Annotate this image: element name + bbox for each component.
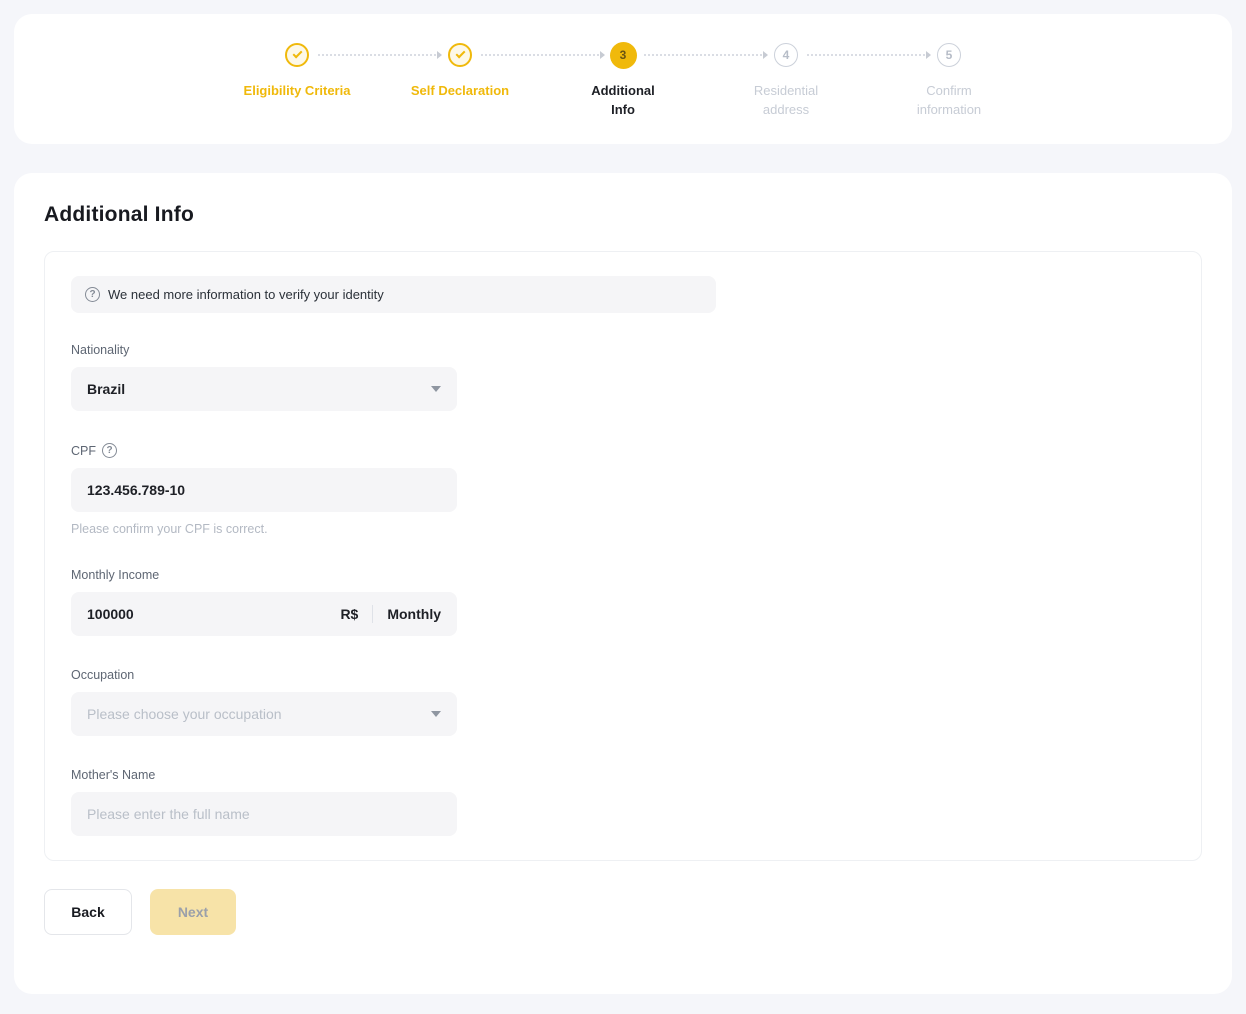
cpf-hint: Please confirm your CPF is correct.	[71, 522, 457, 536]
field-monthly-income: Monthly Income R$ Monthly	[71, 568, 457, 636]
step-residential-address: 4 Residential address	[705, 41, 868, 120]
step-confirm-information: 5 Confirm information	[868, 41, 1031, 120]
monthly-income-control: R$ Monthly	[71, 592, 457, 636]
monthly-income-label: Monthly Income	[71, 568, 457, 582]
back-button[interactable]: Back	[44, 889, 132, 935]
period-label: Monthly	[387, 606, 441, 622]
check-icon	[292, 49, 302, 59]
additional-info-card: Additional Info ? We need more informati…	[14, 173, 1232, 994]
nationality-select[interactable]: Brazil	[71, 367, 457, 411]
next-button[interactable]: Next	[150, 889, 236, 935]
step-connector	[644, 54, 766, 56]
step-row: Eligibility Criteria Self Declaration 3 …	[216, 41, 1031, 120]
field-occupation: Occupation Please choose your occupation	[71, 668, 457, 736]
stepper-card: Eligibility Criteria Self Declaration 3 …	[14, 14, 1232, 144]
info-banner: ? We need more information to verify you…	[71, 276, 716, 313]
step-connector	[481, 54, 603, 56]
step-label: Confirm information	[903, 82, 995, 120]
step-circle-upcoming: 5	[937, 43, 961, 67]
currency-label: R$	[340, 606, 358, 622]
field-mothers-name: Mother's Name	[71, 768, 457, 836]
step-circle-done	[448, 43, 472, 67]
check-icon	[455, 49, 465, 59]
step-additional-info: 3 Additional Info	[542, 41, 705, 120]
nationality-label: Nationality	[71, 343, 457, 357]
step-circle-upcoming: 4	[774, 43, 798, 67]
chevron-down-icon	[431, 386, 441, 392]
cpf-label: CPF ?	[71, 443, 457, 458]
occupation-label: Occupation	[71, 668, 457, 682]
step-eligibility-criteria: Eligibility Criteria	[216, 41, 379, 120]
nationality-value: Brazil	[87, 381, 431, 397]
stepper: Eligibility Criteria Self Declaration 3 …	[216, 41, 1031, 120]
mothers-name-input[interactable]	[71, 792, 457, 836]
step-label: Eligibility Criteria	[244, 82, 351, 101]
cpf-input[interactable]	[71, 468, 457, 512]
cpf-label-text: CPF	[71, 444, 96, 458]
step-circle-active: 3	[610, 42, 637, 69]
occupation-placeholder: Please choose your occupation	[87, 706, 431, 722]
chevron-down-icon	[431, 711, 441, 717]
info-banner-text: We need more information to verify your …	[108, 287, 384, 302]
field-nationality: Nationality Brazil	[71, 343, 457, 411]
step-label: Self Declaration	[411, 82, 509, 101]
question-circle-icon[interactable]: ?	[102, 443, 117, 458]
step-self-declaration: Self Declaration	[379, 41, 542, 120]
monthly-income-input[interactable]	[87, 606, 340, 622]
mothers-name-label: Mother's Name	[71, 768, 457, 782]
step-circle-done	[285, 43, 309, 67]
question-circle-icon: ?	[85, 287, 100, 302]
occupation-select[interactable]: Please choose your occupation	[71, 692, 457, 736]
step-label: Residential address	[740, 82, 832, 120]
form-container: ? We need more information to verify you…	[44, 251, 1202, 861]
step-label: Additional Info	[583, 82, 663, 120]
field-cpf: CPF ? Please confirm your CPF is correct…	[71, 443, 457, 536]
step-connector	[318, 54, 440, 56]
step-connector	[807, 54, 929, 56]
form-actions: Back Next	[44, 889, 1202, 935]
page-title: Additional Info	[44, 203, 1202, 227]
divider	[372, 605, 373, 623]
